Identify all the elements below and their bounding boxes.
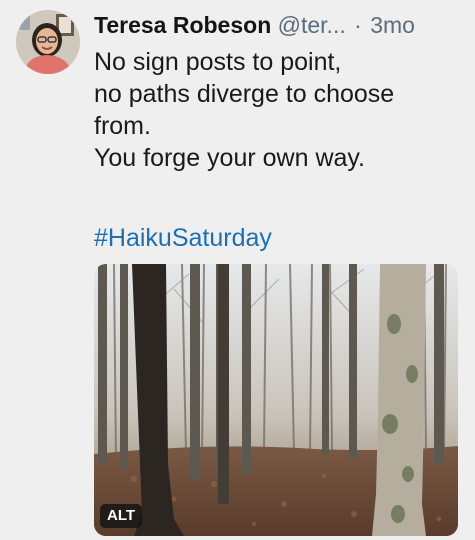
post-card[interactable]: Teresa Robeson @ter... · 3mo No sign pos… <box>0 0 475 540</box>
post-line: You forge your own way. <box>94 144 365 172</box>
media-image[interactable] <box>94 264 458 536</box>
hashtag-link[interactable]: #HaikuSaturday <box>94 222 272 254</box>
profile-photo-image <box>16 10 80 74</box>
post-text: No sign posts to point, no paths diverge… <box>94 46 459 174</box>
forest-photo-image <box>94 264 458 536</box>
post-line: No sign posts to point, <box>94 48 342 76</box>
author-handle[interactable]: @ter... <box>278 12 346 38</box>
post-line: no paths diverge to choose <box>94 80 395 108</box>
post-age[interactable]: 3mo <box>370 12 415 38</box>
author-name[interactable]: Teresa Robeson <box>94 12 271 38</box>
avatar[interactable] <box>16 10 80 74</box>
header-separator: · <box>354 12 362 38</box>
post-line: from. <box>94 112 151 140</box>
alt-text-badge[interactable]: ALT <box>100 504 143 528</box>
post-header: Teresa Robeson @ter... · 3mo <box>94 10 455 40</box>
